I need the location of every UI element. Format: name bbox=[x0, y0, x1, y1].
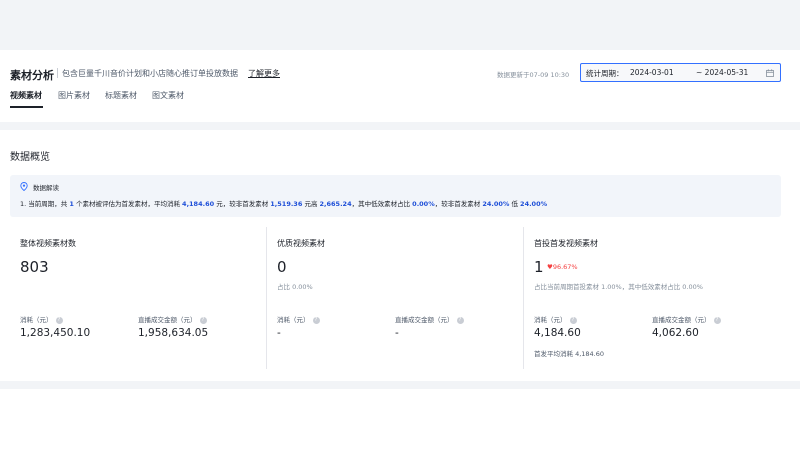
help-icon[interactable]: ? bbox=[713, 316, 721, 324]
tab-image-text[interactable]: 图文素材 bbox=[152, 90, 184, 101]
bottom-panel bbox=[0, 389, 800, 453]
help-icon[interactable]: ? bbox=[199, 316, 207, 324]
trend-badge: ♥96.67% bbox=[547, 263, 578, 271]
card-title: 首投首发视频素材 bbox=[534, 239, 598, 248]
tab-image[interactable]: 图片素材 bbox=[58, 90, 90, 101]
metric-value-cost: 1,283,450.10 bbox=[20, 327, 91, 339]
insight-heading: 数据解读 bbox=[33, 184, 59, 192]
card-title: 整体视频素材数 bbox=[20, 239, 76, 248]
metric-label-gmv: 直播成交金额（元）? bbox=[395, 314, 464, 324]
card-quality-videos: 优质视频素材 0 占比 0.00% 消耗（元）? - 直播成交金额（元）? - bbox=[277, 227, 517, 369]
card-value: 803 bbox=[20, 258, 49, 276]
calendar-icon[interactable] bbox=[766, 69, 774, 77]
tab-video[interactable]: 视频素材 bbox=[10, 90, 42, 101]
date-end[interactable]: ~ 2024-05-31 bbox=[696, 68, 748, 77]
help-icon[interactable]: ? bbox=[456, 316, 464, 324]
location-pin-icon bbox=[20, 182, 28, 191]
insight-text: 1. 当前周期，共 1 个素材被评估为首发素材，平均消耗 4,184.60 元，… bbox=[20, 200, 548, 208]
learn-more-link[interactable]: 了解更多 bbox=[248, 68, 280, 79]
insight-box: 数据解读 1. 当前周期，共 1 个素材被评估为首发素材，平均消耗 4,184.… bbox=[10, 175, 781, 217]
page-subtitle: 包含巨量千川音价计划和小店随心推订单投放数据 bbox=[62, 69, 238, 78]
date-range-picker[interactable]: 统计周期： 2024-03-01 ~ 2024-05-31 bbox=[580, 63, 781, 82]
average-cost-note: 首发平均消耗 4,184.60 bbox=[534, 350, 605, 358]
card-ratio: 占比 0.00% bbox=[277, 283, 313, 291]
date-range-label: 统计周期： bbox=[586, 69, 624, 78]
section-title: 数据概览 bbox=[10, 152, 50, 163]
metric-value-cost: 4,184.60 bbox=[534, 327, 581, 339]
update-time: 数据更新于07-09 10:30 bbox=[497, 71, 570, 79]
help-icon[interactable]: ? bbox=[55, 316, 63, 324]
card-divider bbox=[523, 227, 524, 369]
card-divider bbox=[266, 227, 267, 369]
metric-value-gmv: 1,958,634.05 bbox=[138, 327, 209, 339]
metric-label-cost: 消耗（元）? bbox=[534, 314, 577, 324]
header-panel: 素材分析 包含巨量千川音价计划和小店随心推订单投放数据 了解更多 数据更新于07… bbox=[0, 50, 800, 122]
metric-label-gmv: 直播成交金额（元）? bbox=[652, 314, 721, 324]
active-tab-indicator bbox=[10, 106, 43, 108]
date-start[interactable]: 2024-03-01 bbox=[630, 68, 674, 77]
metric-value-cost: - bbox=[277, 327, 281, 339]
metric-label-cost: 消耗（元）? bbox=[20, 314, 63, 324]
card-value: 0 bbox=[277, 258, 287, 276]
card-value: 1 bbox=[534, 258, 544, 276]
help-icon[interactable]: ? bbox=[569, 316, 577, 324]
page-title: 素材分析 bbox=[10, 69, 54, 82]
overview-panel: 数据概览 数据解读 1. 当前周期，共 1 个素材被评估为首发素材，平均消耗 4… bbox=[0, 130, 800, 381]
card-ratio: 占比当前周期首投素材 1.00%，其中低效素材占比 0.00% bbox=[534, 283, 703, 291]
card-total-videos: 整体视频素材数 803 消耗（元）? 1,283,450.10 直播成交金额（元… bbox=[20, 227, 260, 369]
metric-value-gmv: - bbox=[395, 327, 399, 339]
card-title: 优质视频素材 bbox=[277, 239, 325, 248]
metric-label-gmv: 直播成交金额（元）? bbox=[138, 314, 207, 324]
metric-label-cost: 消耗（元）? bbox=[277, 314, 320, 324]
tab-title[interactable]: 标题素材 bbox=[105, 90, 137, 101]
card-first-launch-videos: 首投首发视频素材 1 ♥96.67% 占比当前周期首投素材 1.00%，其中低效… bbox=[534, 227, 784, 369]
metric-value-gmv: 4,062.60 bbox=[652, 327, 699, 339]
title-divider bbox=[57, 68, 58, 78]
help-icon[interactable]: ? bbox=[312, 316, 320, 324]
